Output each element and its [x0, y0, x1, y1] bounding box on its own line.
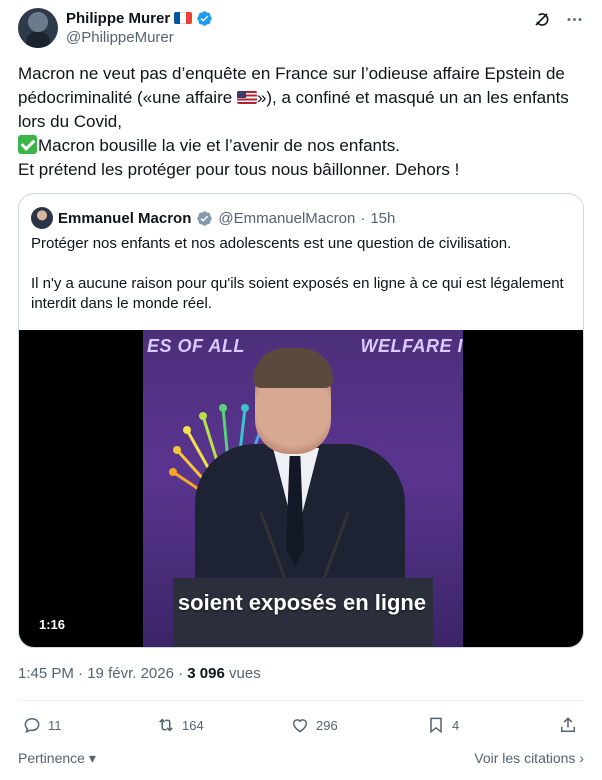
video-banner-left: ES OF ALL — [147, 336, 245, 356]
tweet-meta: 1:45 PM · 19 févr. 2026 · 3 096 vues — [18, 665, 261, 682]
tweet-paragraph: Macron ne veut pas d’enquête en France s… — [18, 62, 584, 134]
header-icons — [532, 10, 584, 29]
quoted-author-handle[interactable]: @EmmanuelMacron — [218, 210, 355, 227]
view-quotes-label: Voir les citations — [474, 750, 576, 766]
repost-count: 164 — [182, 717, 204, 733]
views-count: 3 096 — [187, 665, 225, 682]
quoted-author-name[interactable]: Emmanuel Macron — [58, 210, 191, 227]
speaker-hair — [253, 348, 333, 388]
grok-icon[interactable] — [532, 10, 551, 29]
quoted-tweet[interactable]: Emmanuel Macron @EmmanuelMacron · 15h Pr… — [18, 193, 584, 648]
reply-count: 11 — [48, 717, 62, 733]
heart-icon — [292, 719, 308, 733]
share-icon — [561, 717, 575, 732]
tweet-line-2: Macron bousille la vie et l’avenir de no… — [38, 136, 400, 155]
french-flag-icon — [174, 12, 193, 24]
chevron-right-icon: › — [579, 750, 584, 766]
like-count: 296 — [316, 717, 338, 733]
post-time[interactable]: 1:45 PM — [18, 665, 74, 682]
video-banner-right: WELFARE I — [360, 336, 463, 356]
separator-dot: · — [178, 665, 184, 682]
quoted-author-avatar[interactable] — [31, 207, 53, 229]
quoted-tweet-time[interactable]: 15h — [370, 210, 395, 227]
author-name[interactable]: Philippe Murer — [66, 10, 170, 27]
check-mark-icon — [18, 135, 37, 154]
bookmark-icon — [430, 717, 442, 734]
quoted-paragraph-2: Il n'y a aucune raison pour qu'ils soien… — [31, 275, 564, 312]
quoted-tweet-text: Protéger nos enfants et nos adolescents … — [31, 234, 571, 314]
video-duration: 1:16 — [39, 617, 66, 632]
like-button[interactable]: 296 — [290, 715, 338, 735]
view-quotes-link[interactable]: Voir les citations › — [474, 750, 584, 766]
video-caption: soient exposés en ligne — [177, 590, 427, 615]
bookmark-count: 4 — [452, 717, 460, 733]
sort-dropdown[interactable]: Pertinence ▾ — [18, 750, 96, 767]
chevron-down-icon: ▾ — [88, 750, 96, 766]
post-date[interactable]: 19 févr. 2026 — [87, 665, 174, 682]
action-bar: 11 164 296 4 — [18, 715, 584, 739]
author-handle[interactable]: @PhilippeMurer — [66, 29, 174, 46]
reply-icon — [24, 717, 40, 733]
share-button[interactable] — [558, 715, 578, 735]
tweet-text: Macron ne veut pas d’enquête en France s… — [18, 62, 584, 182]
reply-button[interactable]: 11 — [22, 715, 62, 735]
video-player[interactable]: ES OF ALL WELFARE I soient exposés en li… — [19, 330, 583, 647]
tweet-line-3: Et prétend les protéger pour tous nous b… — [18, 160, 460, 179]
author-avatar[interactable] — [18, 8, 58, 48]
bookmark-button[interactable]: 4 — [426, 715, 459, 735]
views-label: vues — [229, 665, 261, 682]
separator-dot: · — [360, 209, 366, 227]
repost-icon — [159, 718, 173, 732]
divider — [18, 700, 584, 701]
separator-dot: · — [78, 665, 84, 682]
author-name-line: Philippe Murer — [66, 9, 213, 27]
more-icon[interactable] — [565, 10, 584, 29]
verified-badge-icon — [197, 10, 212, 26]
tweet-paragraph: Macron bousille la vie et l’avenir de no… — [18, 134, 584, 158]
quoted-paragraph-1: Protéger nos enfants et nos adolescents … — [31, 235, 512, 252]
repost-button[interactable]: 164 — [156, 715, 204, 735]
replies-footer: Pertinence ▾ Voir les citations › — [18, 750, 584, 770]
verified-gray-badge-icon — [197, 210, 213, 226]
us-flag-icon — [236, 91, 257, 104]
sort-label: Pertinence — [18, 750, 85, 766]
quoted-tweet-header: Emmanuel Macron @EmmanuelMacron · 15h — [31, 207, 395, 229]
tweet-header: Philippe Murer @PhilippeMurer — [18, 8, 584, 48]
